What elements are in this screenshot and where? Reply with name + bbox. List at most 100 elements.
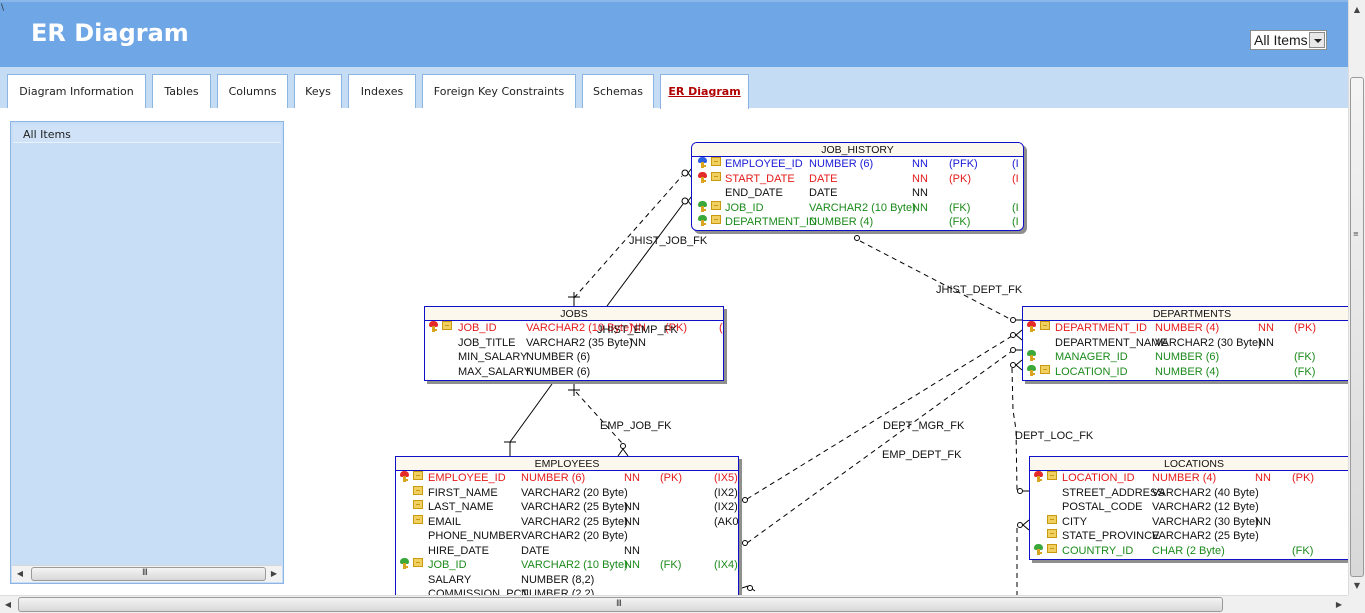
column-name: DEPARTMENT_NAME — [1055, 336, 1168, 349]
optional-marker-jhist-emp — [681, 197, 689, 205]
column-row[interactable]: STREET_ADDRESS VARCHAR2 (40 Byte) — [1030, 486, 1348, 501]
column-name: LOCATION_ID — [1062, 472, 1135, 484]
column-type: VARCHAR2 (20 Byte) — [521, 530, 628, 542]
column-name: COUNTRY_ID — [1062, 544, 1134, 557]
column-index: (IX5) — [714, 472, 738, 484]
crow-foot-jhist-job — [568, 292, 580, 306]
column-index: (IX2) — [714, 486, 738, 499]
column-row[interactable]: DEPARTMENT_ID NUMBER (4) (FK) (I — [692, 215, 1023, 230]
column-row[interactable]: START_DATE DATE NN (PK) (I — [692, 171, 1023, 187]
scroll-up-icon[interactable]: ▲ — [1351, 2, 1363, 17]
relationship-line-jhist-dept-fk — [859, 240, 1013, 321]
column-type: DATE — [521, 544, 550, 557]
column-row[interactable]: JOB_ID VARCHAR2 (10 Byte) NN (FK) (I — [692, 200, 1023, 216]
entity-job-history[interactable]: JOB_HISTORY EMPLOYEE_ID NUMBER (6) NN (PFK) (… — [691, 142, 1024, 231]
column-not-null: NN — [624, 544, 640, 557]
entity-departments[interactable]: DEPARTMENTS DEPARTMENT_ID NUMBER (4) NN (PK)… — [1022, 306, 1348, 381]
column-name: EMPLOYEE_ID — [725, 158, 803, 170]
scrollbar-thumb[interactable]: III — [18, 597, 1223, 612]
relationship-label[interactable]: EMP_JOB_FK — [600, 420, 672, 432]
scrollbar-thumb[interactable]: ≡ — [1350, 77, 1364, 577]
column-index: (I — [1012, 172, 1019, 185]
column-not-null: NN — [1258, 322, 1274, 334]
column-row[interactable]: LAST_NAME VARCHAR2 (25 Byte) NN (IX2) — [396, 500, 738, 515]
column-type: DATE — [809, 187, 838, 199]
relationship-label[interactable]: EMP_DEPT_FK — [882, 449, 961, 461]
relationship-label[interactable]: JHIST_JOB_FK — [629, 235, 707, 247]
column-index-icon — [1047, 514, 1057, 524]
relationship-label[interactable]: JHIST_EMP_FK — [597, 324, 678, 336]
column-row[interactable]: POSTAL_CODE VARCHAR2 (12 Byte) — [1030, 500, 1348, 515]
column-key: (PFK) — [949, 158, 978, 170]
entity-employees[interactable]: EMPLOYEES EMPLOYEE_ID NUMBER (6) NN (PK) (IX5… — [395, 456, 739, 595]
column-row[interactable]: EMPLOYEE_ID NUMBER (6) NN (PFK) (I — [692, 157, 1023, 172]
column-row[interactable]: COUNTRY_IDCHAR (2 Byte)(FK)( — [1030, 543, 1348, 559]
column-not-null: NN — [624, 515, 640, 528]
column-type: NUMBER (6) — [1155, 351, 1220, 363]
page-vertical-scrollbar[interactable]: ▲ ≡ ▼ — [1348, 0, 1365, 596]
column-name: JOB_TITLE — [458, 336, 516, 349]
column-row[interactable]: COMMISSION_PCT NUMBER (2,2) — [396, 587, 738, 595]
column-row[interactable]: CITYVARCHAR2 (30 Byte)NN( — [1030, 514, 1348, 530]
foreign-key-icon — [1027, 350, 1036, 361]
relationship-line-emp-job-fk — [575, 391, 623, 444]
column-type: VARCHAR2 (10 Byte) — [809, 201, 916, 214]
column-row[interactable]: LOCATION_IDNUMBER (4)(FK)( — [1023, 364, 1348, 380]
column-type: VARCHAR2 (30 Byte) — [1152, 515, 1259, 528]
scroll-left-icon[interactable]: ◀ — [2, 597, 14, 612]
column-type: VARCHAR2 (25 Byte) — [521, 501, 628, 513]
column-row[interactable]: STATE_PROVINCEVARCHAR2 (25 Byte)( — [1030, 529, 1348, 544]
er-diagram-canvas[interactable]: JHIST_JOB_FK JHIST_DEPT_FK EMP_JOB_FK DE… — [0, 0, 1348, 595]
column-type: NUMBER (6) — [526, 351, 591, 363]
column-not-null: NN — [624, 501, 640, 513]
relationship-label[interactable]: JHIST_DEPT_FK — [936, 284, 1022, 296]
column-not-null: NN — [624, 472, 640, 484]
column-row[interactable]: MAX_SALARY NUMBER (6) — [425, 365, 723, 380]
column-name: MANAGER_ID — [1055, 351, 1128, 363]
content-area: \ ER Diagram All Items Diagram Informati… — [0, 0, 1348, 595]
column-name: MAX_SALARY — [458, 365, 532, 378]
column-name: JOB_ID — [725, 201, 764, 214]
entity-locations[interactable]: LOCATIONSLOCATION_IDNUMBER (4)NN(PK)(STR… — [1029, 456, 1348, 560]
primary-key-icon — [400, 471, 409, 482]
column-key: (PK) — [660, 472, 682, 484]
column-name: COMMISSION_PCT — [428, 588, 529, 595]
column-type: VARCHAR2 (12 Byte) — [1152, 501, 1259, 513]
column-name: START_DATE — [725, 172, 795, 185]
column-row[interactable]: FIRST_NAME VARCHAR2 (20 Byte) (IX2) — [396, 485, 738, 501]
column-row[interactable]: HIRE_DATE DATE NN — [396, 544, 738, 559]
relationship-label[interactable]: DEPT_LOC_FK — [1015, 430, 1093, 442]
relationship-label[interactable]: DEPT_MGR_FK — [883, 420, 964, 432]
column-row[interactable]: END_DATE DATE NN — [692, 186, 1023, 201]
scroll-right-icon[interactable]: ▶ — [1333, 597, 1345, 612]
column-row[interactable]: DEPARTMENT_IDNUMBER (4)NN(PK)( — [1023, 321, 1348, 336]
entity-title: LOCATIONS — [1030, 457, 1348, 471]
entity-jobs[interactable]: JOBS JOB_ID VARCHAR2 (10 Byte) NN (PK)(JOB_T… — [424, 306, 724, 381]
column-index-icon — [1040, 364, 1050, 374]
column-index-icon — [1047, 529, 1057, 538]
column-row[interactable]: MIN_SALARY NUMBER (6) — [425, 350, 723, 365]
column-name: JOB_ID — [428, 559, 467, 571]
column-name: END_DATE — [725, 187, 783, 199]
column-row[interactable]: SALARY NUMBER (8,2) — [396, 573, 738, 588]
column-index: (I — [1012, 216, 1019, 228]
primary-key-icon — [1034, 471, 1043, 482]
column-row[interactable]: JOB_TITLE VARCHAR2 (35 Byte) NN — [425, 336, 723, 351]
column-index-icon — [413, 485, 423, 495]
column-row[interactable]: LOCATION_IDNUMBER (4)NN(PK)( — [1030, 471, 1348, 486]
column-index-icon — [711, 215, 721, 224]
column-row[interactable]: PHONE_NUMBER VARCHAR2 (20 Byte) — [396, 529, 738, 544]
column-name: CITY — [1062, 515, 1088, 528]
column-row[interactable]: EMAIL VARCHAR2 (25 Byte) NN (AK0 — [396, 514, 738, 530]
page-horizontal-scrollbar[interactable]: ◀ III ▶ — [0, 595, 1348, 613]
column-row[interactable]: DEPARTMENT_NAME VARCHAR2 (30 Byte) NN — [1023, 336, 1348, 351]
column-name: EMPLOYEE_ID — [428, 472, 506, 484]
column-name: HIRE_DATE — [428, 544, 489, 557]
column-type: DATE — [809, 172, 838, 185]
column-not-null: NN — [1258, 336, 1274, 349]
column-row[interactable]: JOB_ID VARCHAR2 (10 Byte) NN (FK) (IX4) — [396, 558, 738, 573]
column-row[interactable]: JOB_ID VARCHAR2 (10 Byte) NN (PK)( — [425, 321, 723, 336]
scroll-down-icon[interactable]: ▼ — [1351, 578, 1363, 593]
column-row[interactable]: MANAGER_ID NUMBER (6) (FK) — [1023, 350, 1348, 365]
column-row[interactable]: EMPLOYEE_ID NUMBER (6) NN (PK) (IX5) — [396, 471, 738, 486]
